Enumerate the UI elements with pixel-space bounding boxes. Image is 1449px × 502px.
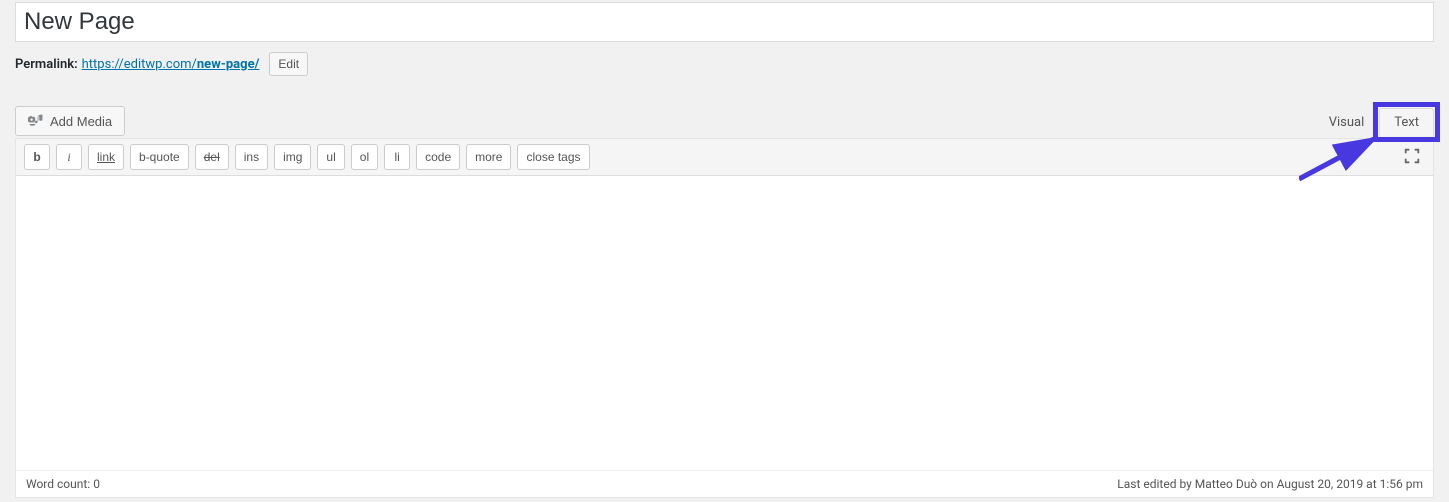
add-media-label: Add Media bbox=[50, 114, 112, 129]
fullscreen-icon bbox=[1403, 147, 1421, 168]
status-bar: Word count: 0 Last edited by Matteo Duò … bbox=[16, 470, 1433, 497]
permalink-row: Permalink: https://editwp.com/new-page/ … bbox=[15, 52, 1434, 76]
tab-visual[interactable]: Visual bbox=[1314, 108, 1380, 136]
permalink-link[interactable]: https://editwp.com/new-page/ bbox=[82, 57, 260, 72]
editor-tabs: Visual Text bbox=[1314, 108, 1434, 136]
qt-bquote-button[interactable]: b-quote bbox=[130, 144, 189, 170]
add-media-button[interactable]: Add Media bbox=[15, 106, 125, 136]
qt-more-button[interactable]: more bbox=[466, 144, 511, 170]
camera-music-icon bbox=[28, 112, 44, 131]
page-title-input[interactable] bbox=[15, 2, 1434, 42]
permalink-label: Permalink: bbox=[15, 57, 78, 72]
tab-text[interactable]: Text bbox=[1379, 108, 1434, 136]
editor-container: bilinkb-quotedelinsimgulollicodemoreclos… bbox=[15, 138, 1434, 498]
qt-ol-button[interactable]: ol bbox=[351, 144, 378, 170]
qt-ul-button[interactable]: ul bbox=[317, 144, 344, 170]
qt-b-button[interactable]: b bbox=[24, 144, 50, 170]
qt-close-button[interactable]: close tags bbox=[517, 144, 589, 170]
qt-i-button[interactable]: i bbox=[56, 144, 82, 170]
word-count: Word count: 0 bbox=[26, 477, 100, 491]
qt-link-button[interactable]: link bbox=[88, 144, 124, 170]
qt-del-button[interactable]: del bbox=[195, 144, 229, 170]
qt-ins-button[interactable]: ins bbox=[235, 144, 268, 170]
content-textarea[interactable] bbox=[16, 176, 1433, 466]
fullscreen-button[interactable] bbox=[1399, 144, 1425, 170]
qt-code-button[interactable]: code bbox=[416, 144, 460, 170]
quicktags-toolbar: bilinkb-quotedelinsimgulollicodemoreclos… bbox=[16, 139, 1433, 176]
last-edited-text: Last edited by Matteo Duò on August 20, … bbox=[1117, 477, 1423, 491]
qt-li-button[interactable]: li bbox=[384, 144, 410, 170]
qt-img-button[interactable]: img bbox=[274, 144, 311, 170]
edit-permalink-button[interactable]: Edit bbox=[269, 52, 308, 76]
